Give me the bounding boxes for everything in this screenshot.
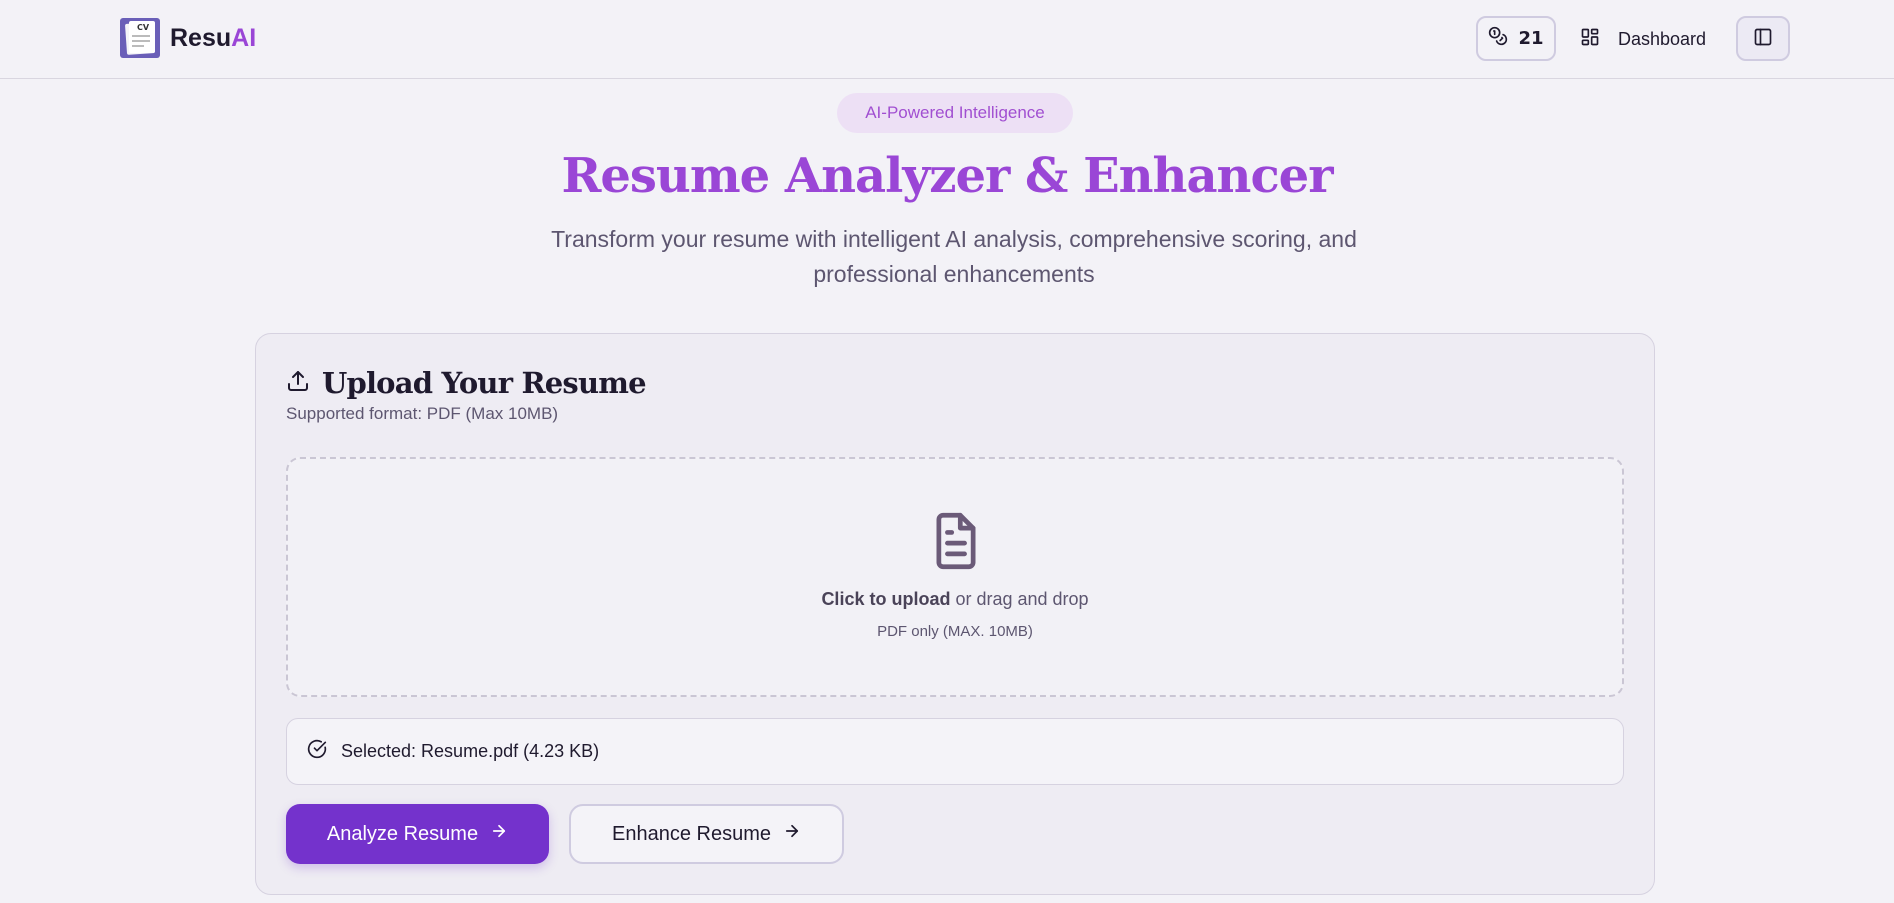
top-navbar: CV ResuAI 21 Dashboard: [0, 0, 1894, 79]
dashboard-link[interactable]: Dashboard: [1580, 22, 1706, 56]
dropzone-hint: PDF only (MAX. 10MB): [877, 623, 1033, 640]
upload-card-title: Upload Your Resume: [322, 366, 647, 400]
page-title: Resume Analyzer & Enhancer: [561, 148, 1333, 204]
file-dropzone[interactable]: Click to upload or drag and drop PDF onl…: [286, 457, 1624, 697]
logo-icon: CV: [120, 18, 160, 58]
sidebar-toggle-button[interactable]: [1736, 16, 1790, 61]
logo-cv-label: CV: [137, 23, 150, 32]
page-subtitle: Transform your resume with intelligent A…: [551, 226, 1357, 287]
analyze-label: Analyze Resume: [326, 822, 479, 845]
enhance-resume-button[interactable]: Enhance Resume: [569, 804, 844, 864]
dropzone-instruction: Click to upload or drag and drop: [821, 589, 1089, 609]
arrow-right-icon: [490, 822, 508, 846]
supported-format-text: Supported format: PDF (Max 10MB): [286, 404, 559, 423]
upload-icon: [286, 369, 310, 397]
enhance-label: Enhance Resume: [612, 822, 771, 845]
arrow-right-icon: [783, 822, 801, 846]
brand-logo[interactable]: CV ResuAI: [120, 18, 256, 58]
dashboard-grid-icon: [1580, 27, 1600, 52]
document-icon: [930, 511, 982, 575]
selected-file-text: Selected: Resume.pdf (4.23 KB): [341, 741, 600, 761]
selected-file-box: Selected: Resume.pdf (4.23 KB): [286, 718, 1624, 785]
hero-badge: AI-Powered Intelligence: [837, 93, 1073, 133]
upload-card: Upload Your Resume Supported format: PDF…: [255, 333, 1655, 895]
dashboard-label: Dashboard: [1618, 28, 1707, 49]
credits-button[interactable]: 21: [1476, 16, 1556, 61]
check-circle-icon: [307, 739, 327, 764]
brand-name: ResuAI: [170, 23, 257, 52]
sidebar-toggle-icon: [1753, 27, 1773, 51]
click-to-upload-label[interactable]: Click to upload: [821, 589, 950, 609]
coins-icon: [1488, 26, 1508, 51]
analyze-resume-button[interactable]: Analyze Resume: [286, 804, 549, 864]
upload-card-header: Upload Your Resume: [286, 366, 647, 400]
credits-count: 21: [1518, 28, 1544, 49]
